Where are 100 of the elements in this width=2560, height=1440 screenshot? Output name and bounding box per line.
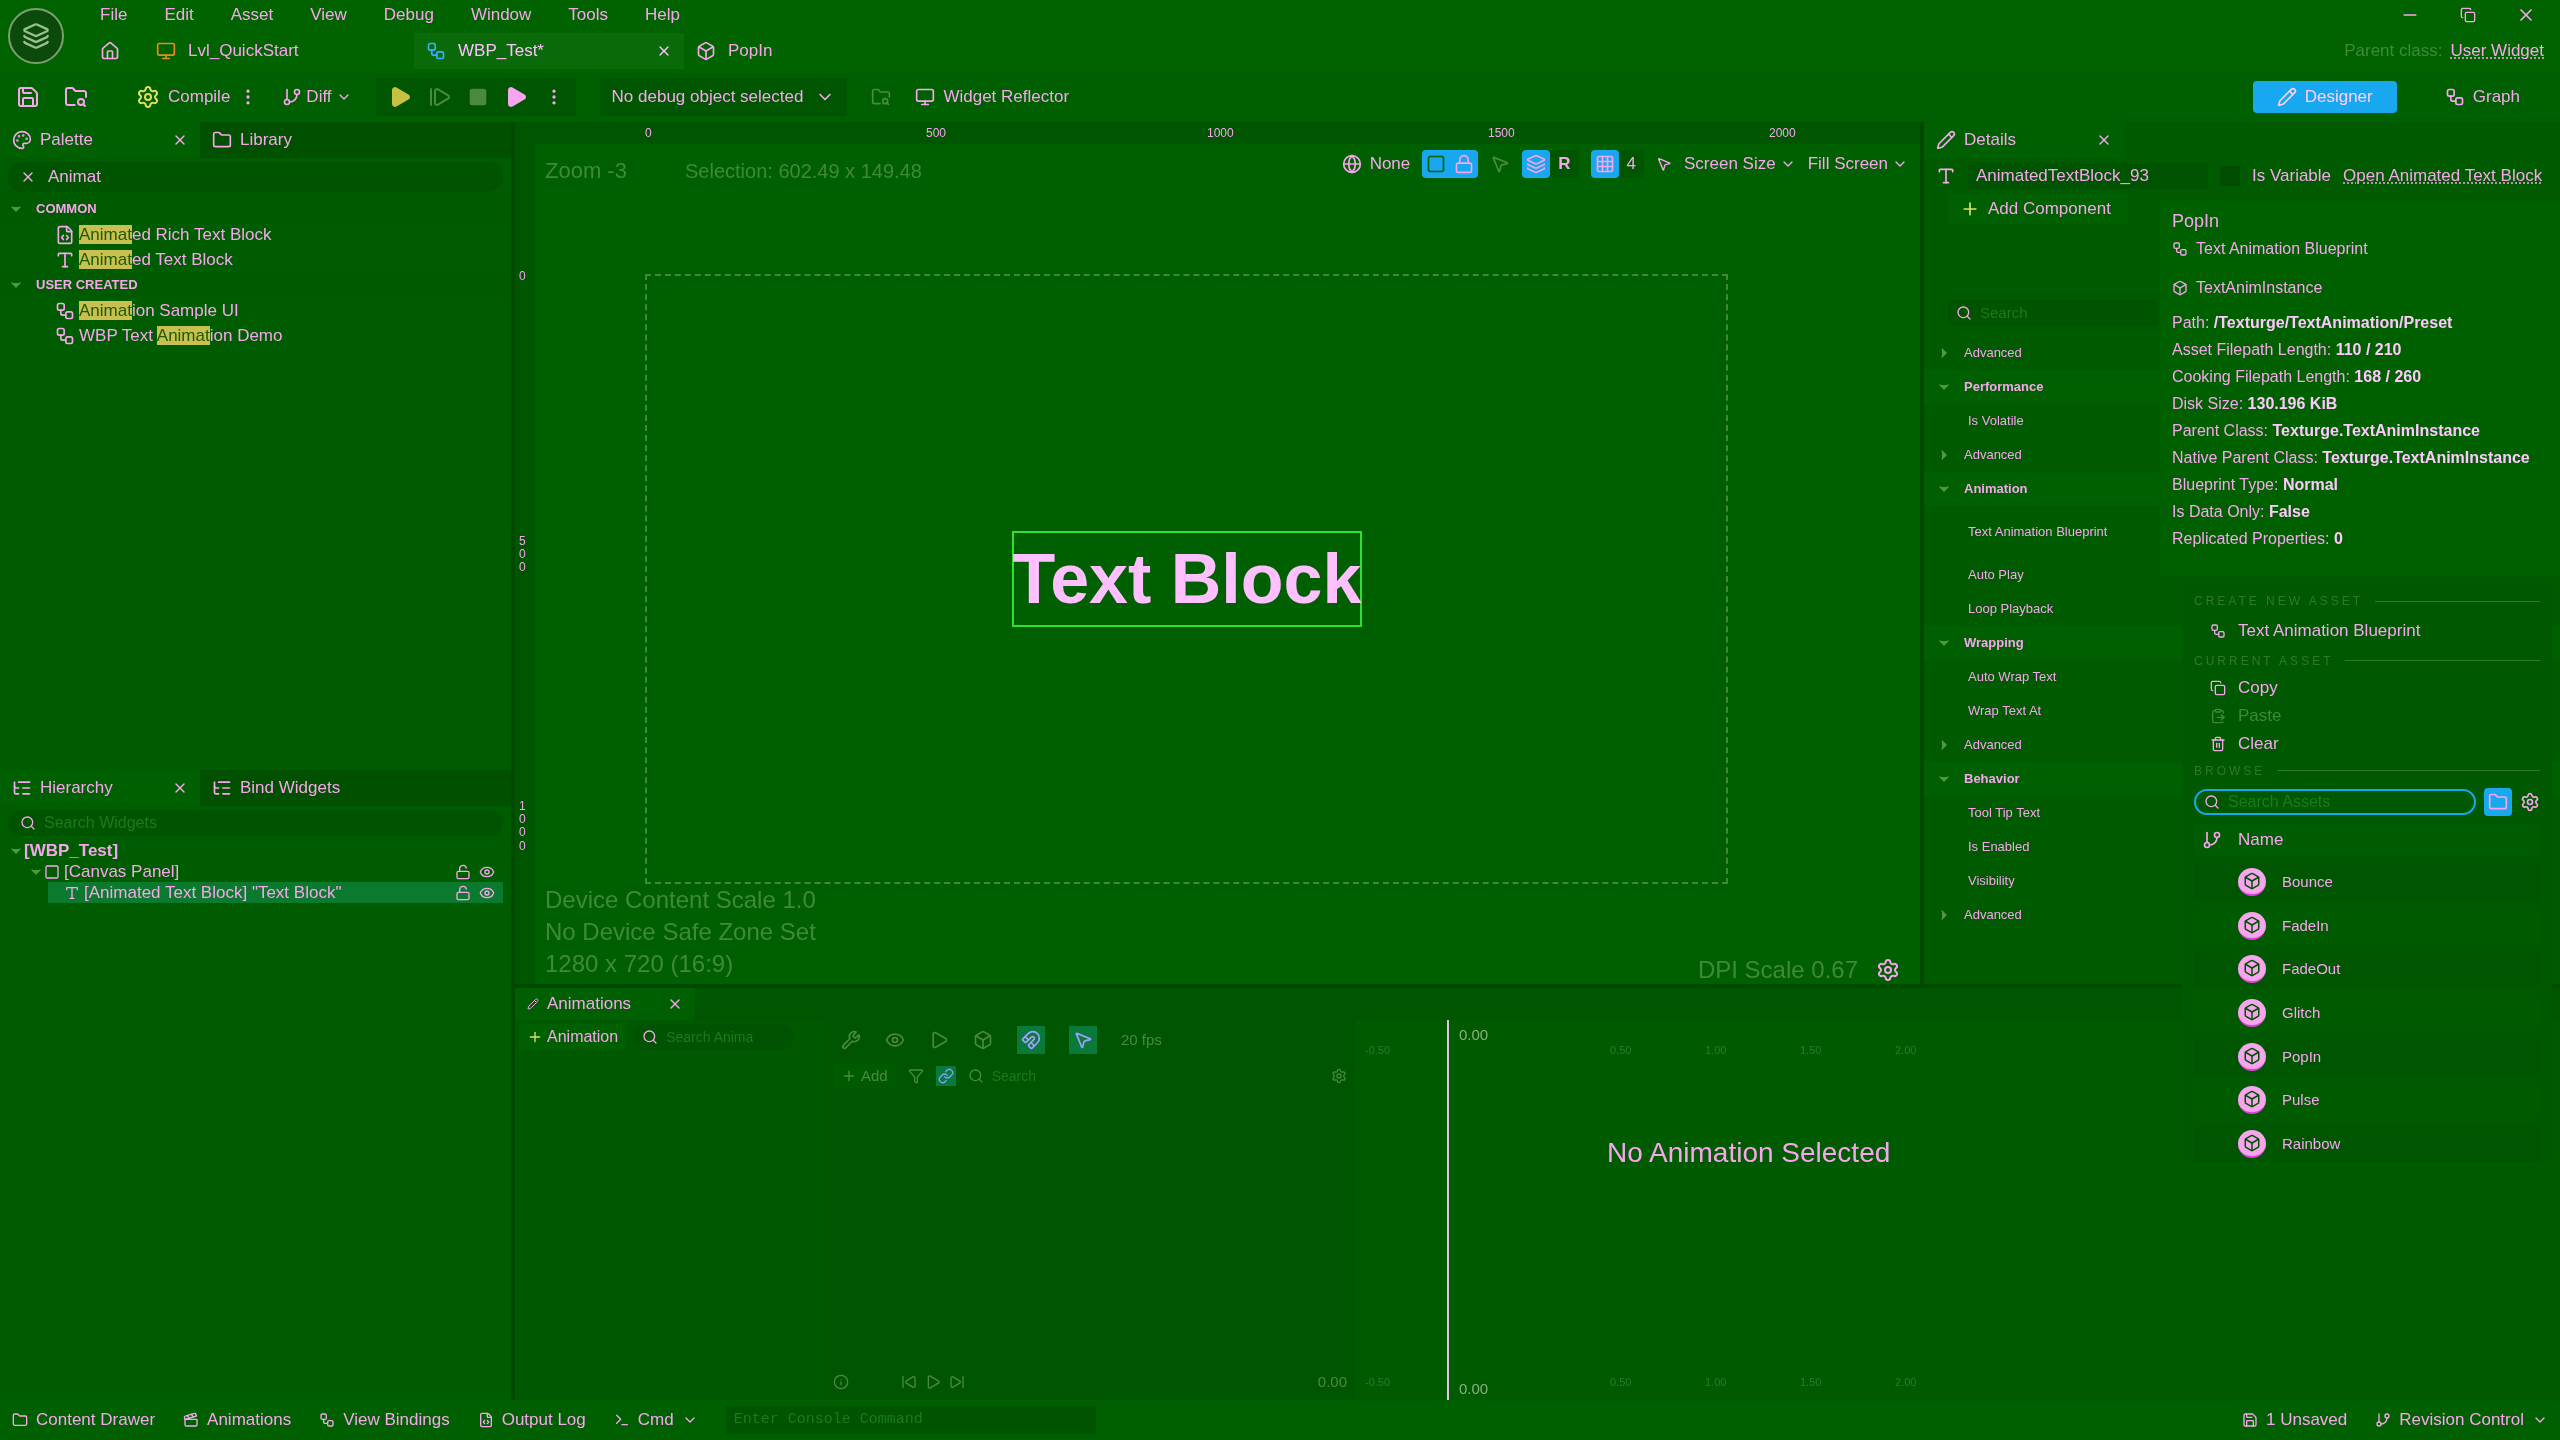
- settings-icon[interactable]: [2520, 791, 2540, 812]
- category-header[interactable]: Behavior: [1964, 769, 2020, 789]
- column-header[interactable]: Name: [2238, 827, 2284, 853]
- fill-screen-dropdown[interactable]: Fill Screen: [1807, 151, 1908, 177]
- status-bar-button[interactable]: View Bindings: [319, 1407, 450, 1433]
- unlock-icon[interactable]: [455, 863, 471, 880]
- asset-action[interactable]: Copy: [2194, 677, 2540, 698]
- panel-tab[interactable]: Library: [200, 122, 304, 158]
- debug-object-dropdown[interactable]: No debug object selected: [599, 78, 848, 116]
- asset-action[interactable]: Clear: [2194, 733, 2540, 754]
- tooltip-property: Native Parent Class: Texturge.TextAnimInstance: [2172, 448, 2531, 468]
- category-header[interactable]: Animation: [1964, 479, 2028, 499]
- localization-button[interactable]: None: [1341, 151, 1411, 177]
- clapperboard-icon: [183, 1412, 200, 1428]
- advanced-toggle[interactable]: Advanced: [1964, 735, 2022, 755]
- grid-icon[interactable]: [1590, 150, 1619, 178]
- restore-icon[interactable]: [2460, 7, 2476, 23]
- save-icon[interactable]: [16, 85, 40, 109]
- add-component-button[interactable]: Add Component: [1948, 194, 2128, 224]
- tooltip-property: Replicated Properties: 0: [2172, 529, 2344, 549]
- stop-icon[interactable]: [467, 87, 488, 107]
- diff-button[interactable]: Diff: [282, 84, 352, 110]
- compile-button[interactable]: Compile: [136, 84, 231, 110]
- designer-viewport[interactable]: 0 500 1000 1500 2000 0 500 1000 Zoom -3 Selection: 602.49 x 149.48 None R 4 Screen Size Fill Screen Text Block Device Content Scale 1.0 No Device Safe Zone Set 1280 x 720 (16:9) DPI Scale 0.67: [515, 122, 1920, 984]
- add-animation-button[interactable]: Animation: [519, 1024, 627, 1050]
- tree-row[interactable]: [WBP_Test]: [8, 840, 503, 861]
- skip-forward-icon[interactable]: [949, 1374, 965, 1390]
- property-label: Is Volatile: [1968, 412, 2024, 431]
- text-icon: [64, 884, 80, 901]
- eye-icon[interactable]: [885, 1030, 905, 1050]
- home-icon[interactable]: [100, 41, 120, 61]
- browse-icon[interactable]: [64, 85, 88, 109]
- widget-icon: [426, 41, 446, 61]
- trash-icon: [2210, 735, 2226, 752]
- pencil-icon: [2276, 87, 2297, 107]
- menu-item[interactable]: Tools: [568, 2, 609, 28]
- search-icon: [20, 815, 36, 831]
- open-link[interactable]: Open Animated Text Block: [2343, 163, 2543, 189]
- status-bar-button[interactable]: Output Log: [477, 1407, 586, 1433]
- cursor-icon[interactable]: [1656, 156, 1672, 172]
- category-header[interactable]: Wrapping: [1964, 633, 2024, 653]
- magnet-icon[interactable]: [1017, 1026, 1045, 1054]
- asset-icon: [2238, 999, 2266, 1028]
- panel-tab[interactable]: Hierarchy: [0, 770, 200, 806]
- tree-row[interactable]: [Canvas Panel]: [28, 861, 503, 882]
- panel-tab[interactable]: Bind Widgets: [200, 770, 353, 806]
- wrench-icon[interactable]: [841, 1030, 861, 1050]
- palette-search-field[interactable]: Animat: [8, 162, 503, 192]
- status-bar-button[interactable]: Animations: [183, 1407, 292, 1433]
- menu-item[interactable]: Debug: [383, 2, 434, 28]
- link-icon[interactable]: [935, 1066, 956, 1086]
- animations-tab[interactable]: Animations: [515, 988, 695, 1020]
- panel-tab[interactable]: Palette: [0, 122, 200, 158]
- folder-icon[interactable]: [2484, 787, 2512, 816]
- unsaved-button[interactable]: 1 Unsaved: [2242, 1407, 2348, 1433]
- screen-size-dropdown[interactable]: Screen Size: [1684, 151, 1796, 177]
- play-icon[interactable]: [925, 1374, 941, 1390]
- category-header[interactable]: Performance: [1964, 377, 2044, 397]
- tree-row[interactable]: [Animated Text Block] "Text Block": [48, 882, 503, 903]
- property-label: Auto Wrap Text: [1968, 668, 2057, 687]
- document-tab[interactable]: WBP_Test*: [414, 33, 684, 69]
- menu-item[interactable]: Edit: [164, 2, 194, 28]
- text-icon: [1936, 166, 1956, 186]
- info-icon[interactable]: [833, 1374, 849, 1390]
- widget-reflector-button[interactable]: Widget Reflector: [915, 84, 1070, 110]
- document-tab[interactable]: PopIn: [684, 33, 954, 69]
- menu-item[interactable]: Asset: [230, 2, 274, 28]
- settings-icon[interactable]: [1331, 1068, 1347, 1084]
- advanced-toggle[interactable]: Advanced: [1964, 905, 2022, 925]
- cursor-icon[interactable]: [1069, 1026, 1097, 1054]
- browse-icon[interactable]: [871, 87, 892, 107]
- skip-back-icon[interactable]: [901, 1374, 917, 1390]
- menu-item[interactable]: Help: [645, 2, 680, 28]
- layers-icon[interactable]: [1522, 150, 1551, 178]
- cursor-icon[interactable]: [1490, 154, 1511, 174]
- menu-item[interactable]: Window: [470, 2, 532, 28]
- step-icon[interactable]: [427, 85, 452, 109]
- settings-icon[interactable]: [1876, 958, 1900, 982]
- revision-control-button[interactable]: Revision Control: [2375, 1407, 2548, 1433]
- filter-icon[interactable]: [907, 1068, 924, 1084]
- dpi-scale: DPI Scale 0.67: [1697, 955, 1858, 984]
- mode-button[interactable]: Graph: [2420, 81, 2544, 113]
- cmd-dropdown[interactable]: Cmd: [613, 1407, 698, 1433]
- advanced-toggle[interactable]: Advanced: [1964, 343, 2022, 363]
- monitor-icon: [915, 87, 936, 107]
- unlock-icon[interactable]: [455, 884, 471, 901]
- property-label: Tool Tip Text: [1968, 804, 2041, 823]
- details-tab[interactable]: Details: [1924, 122, 2124, 158]
- engine-logo[interactable]: [8, 8, 64, 64]
- playback-icon[interactable]: [929, 1030, 949, 1050]
- text-block-widget[interactable]: Text Block: [1012, 531, 1362, 627]
- parent-class-link[interactable]: User Widget: [2450, 38, 2544, 64]
- tooltip-property: Asset Filepath Length: 110 / 210: [2172, 340, 2403, 360]
- status-bar-button[interactable]: Content Drawer: [12, 1407, 156, 1433]
- advanced-toggle[interactable]: Advanced: [1964, 445, 2022, 465]
- create-asset-item[interactable]: Text Animation Blueprint: [2194, 618, 2540, 644]
- menu-item[interactable]: File: [100, 2, 128, 28]
- document-tab[interactable]: Lvl_QuickStart: [144, 33, 414, 69]
- menu-item[interactable]: View: [310, 2, 347, 28]
- widget-name-field[interactable]: AnimatedTextBlock_93: [1968, 163, 2208, 189]
